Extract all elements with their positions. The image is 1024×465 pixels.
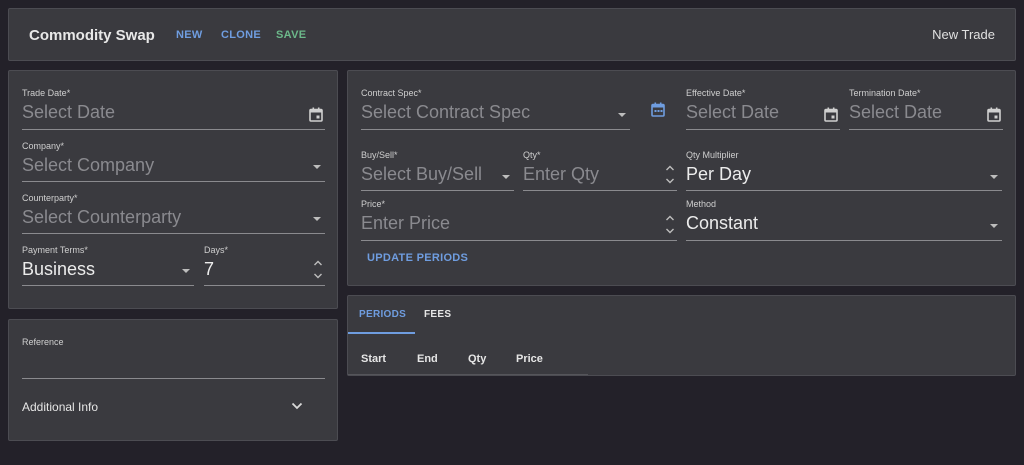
trade-date-input[interactable]: Select Date	[22, 102, 115, 123]
counterparty-underline	[22, 233, 325, 234]
payment-terms-field[interactable]: Payment Terms* Business	[22, 245, 194, 286]
table-header-divider	[348, 374, 588, 375]
column-header-qty[interactable]: Qty	[468, 353, 486, 365]
payment-terms-select[interactable]: Business	[22, 259, 95, 280]
chevron-down-icon[interactable]	[313, 217, 321, 221]
chevron-down-icon[interactable]	[990, 224, 998, 228]
tab-periods[interactable]: PERIODS	[359, 309, 406, 320]
trade-date-underline	[22, 129, 325, 130]
method-field[interactable]: Method Constant	[686, 199, 1002, 241]
chevron-down-icon[interactable]	[182, 269, 190, 273]
price-stepper[interactable]	[665, 214, 675, 236]
effective-date-field[interactable]: Effective Date* Select Date	[686, 88, 840, 130]
price-label: Price*	[361, 199, 386, 209]
tab-fees[interactable]: FEES	[424, 309, 451, 320]
price-field[interactable]: Price* Enter Price	[361, 199, 677, 241]
header-bar: Commodity Swap NEW CLONE SAVE New Trade	[8, 8, 1016, 61]
company-field[interactable]: Company* Select Company	[22, 141, 325, 182]
reference-label: Reference	[22, 337, 64, 347]
method-select[interactable]: Constant	[686, 213, 758, 234]
column-header-start[interactable]: Start	[361, 353, 386, 365]
method-label: Method	[686, 199, 717, 209]
company-underline	[22, 181, 325, 182]
days-label: Days*	[204, 245, 229, 255]
qty-label: Qty*	[523, 150, 541, 160]
days-input[interactable]: 7	[204, 259, 214, 280]
price-input[interactable]: Enter Price	[361, 213, 450, 234]
tab-periods-indicator	[348, 332, 415, 334]
termination-date-underline	[849, 129, 1003, 130]
trade-info-panel: Trade Date* Select Date Company* Select …	[8, 70, 338, 309]
calendar-icon[interactable]	[824, 107, 838, 122]
days-field[interactable]: Days* 7	[204, 245, 325, 286]
reference-field[interactable]: Reference	[22, 337, 325, 379]
counterparty-label: Counterparty*	[22, 193, 78, 203]
contract-spec-underline	[361, 129, 630, 130]
qty-multiplier-select[interactable]: Per Day	[686, 164, 751, 185]
chevron-down-icon[interactable]	[618, 113, 626, 117]
effective-date-label: Effective Date*	[686, 88, 746, 98]
trade-date-label: Trade Date*	[22, 88, 71, 98]
qty-input[interactable]: Enter Qty	[523, 164, 599, 185]
days-stepper[interactable]	[313, 259, 323, 281]
contract-panel: Contract Spec* Select Contract Spec Effe…	[347, 70, 1016, 286]
qty-stepper[interactable]	[665, 164, 675, 186]
qty-underline	[523, 190, 677, 191]
qty-field[interactable]: Qty* Enter Qty	[523, 150, 677, 191]
calendar-icon[interactable]	[309, 107, 323, 122]
effective-date-input[interactable]: Select Date	[686, 102, 779, 123]
qty-multiplier-label: Qty Multiplier	[686, 150, 739, 160]
buy-sell-field[interactable]: Buy/Sell* Select Buy/Sell	[361, 150, 514, 191]
counterparty-select[interactable]: Select Counterparty	[22, 207, 181, 228]
effective-date-underline	[686, 129, 840, 130]
chevron-down-icon[interactable]	[502, 175, 510, 179]
company-select[interactable]: Select Company	[22, 155, 154, 176]
payment-terms-underline	[22, 285, 194, 286]
termination-date-input[interactable]: Select Date	[849, 102, 942, 123]
column-header-price[interactable]: Price	[516, 353, 543, 365]
update-periods-button[interactable]: UPDATE PERIODS	[367, 252, 468, 264]
chevron-down-icon[interactable]	[313, 165, 321, 169]
contract-spec-select[interactable]: Select Contract Spec	[361, 102, 530, 123]
trade-date-field[interactable]: Trade Date* Select Date	[22, 88, 325, 130]
reference-panel: Reference Additional Info	[8, 319, 338, 441]
column-header-end[interactable]: End	[417, 353, 438, 365]
company-label: Company*	[22, 141, 65, 151]
trade-status-label: New Trade	[932, 27, 995, 42]
clone-button[interactable]: CLONE	[221, 29, 261, 41]
new-button[interactable]: NEW	[176, 29, 203, 41]
page-title: Commodity Swap	[29, 27, 155, 44]
contract-spec-label: Contract Spec*	[361, 88, 422, 98]
contract-calendar-icon[interactable]	[651, 102, 665, 117]
contract-spec-field[interactable]: Contract Spec* Select Contract Spec	[361, 88, 630, 130]
counterparty-field[interactable]: Counterparty* Select Counterparty	[22, 193, 325, 234]
days-underline	[204, 285, 325, 286]
save-button[interactable]: SAVE	[276, 29, 306, 41]
qty-multiplier-field[interactable]: Qty Multiplier Per Day	[686, 150, 1002, 191]
buy-sell-underline	[361, 190, 514, 191]
reference-underline	[22, 378, 325, 379]
method-underline	[686, 240, 1002, 241]
qty-multiplier-underline	[686, 190, 1002, 191]
chevron-down-icon[interactable]	[990, 175, 998, 179]
termination-date-label: Termination Date*	[849, 88, 921, 98]
price-underline	[361, 240, 677, 241]
payment-terms-label: Payment Terms*	[22, 245, 88, 255]
additional-info-label[interactable]: Additional Info	[22, 400, 98, 414]
calendar-icon[interactable]	[987, 107, 1001, 122]
periods-panel: PERIODS FEES Start End Qty Price	[347, 295, 1016, 376]
buy-sell-label: Buy/Sell*	[361, 150, 398, 160]
termination-date-field[interactable]: Termination Date* Select Date	[849, 88, 1003, 130]
buy-sell-select[interactable]: Select Buy/Sell	[361, 164, 482, 185]
chevron-down-icon[interactable]	[291, 402, 303, 410]
